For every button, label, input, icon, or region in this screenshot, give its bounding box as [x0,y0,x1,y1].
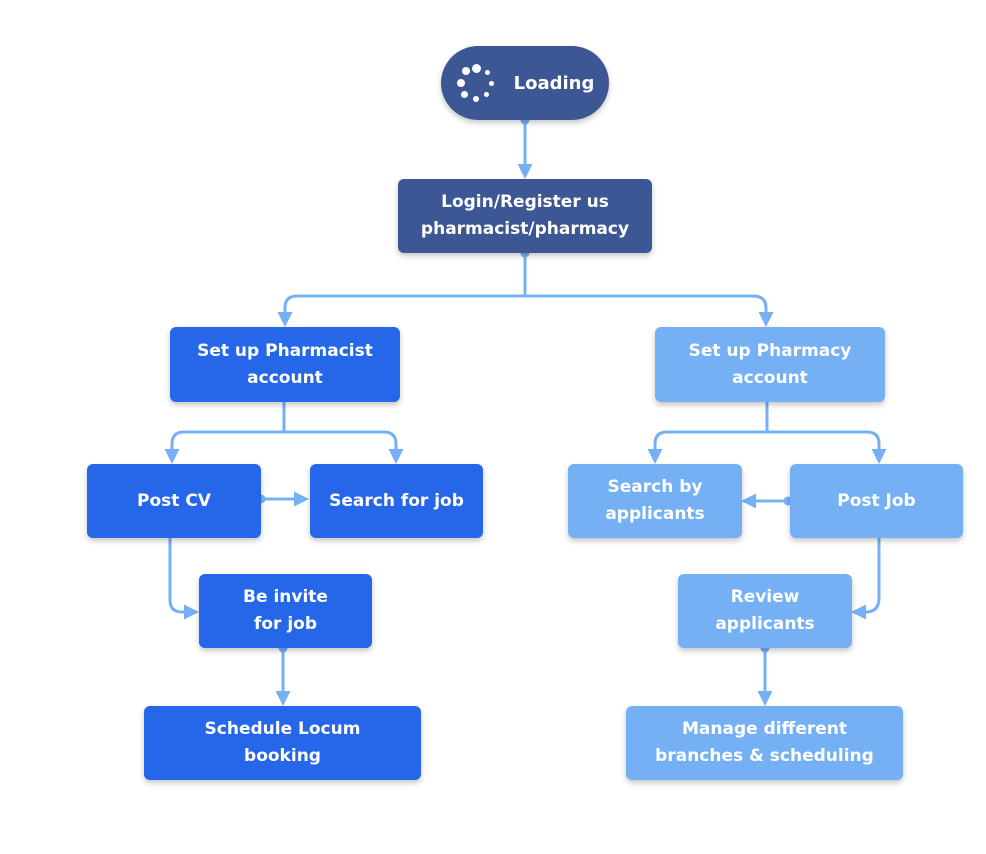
edge-pharmacist-postcv [164,430,284,464]
node-post-cv-label: Post CV [137,490,211,511]
node-schedule-locum-label: Schedule Locum booking [204,719,361,766]
edge-pharmacist-searchjob [284,430,404,464]
node-loading[interactable]: Loading [441,46,609,120]
node-search-job-label: Search for job [329,490,464,511]
spinner-icon [456,63,496,103]
node-post-job-label: Post Job [837,490,916,511]
node-manage-branches[interactable]: Manage different branches & scheduling [626,706,903,780]
edge-login-pharmacy [525,294,774,327]
flowchart: Loading Login/Register us pharmacist/pha… [0,0,986,854]
edge-pharmacy-searchapp [647,430,767,464]
node-search-job[interactable]: Search for job [310,464,483,538]
edge-postcv-beinvited [168,538,199,620]
node-review-applicants-label: Review applicants [715,587,815,634]
node-post-cv[interactable]: Post CV [87,464,261,538]
node-loading-label: Loading [513,72,595,94]
node-manage-branches-label: Manage different branches & scheduling [655,719,874,766]
node-search-applicants-label: Search by applicants [605,477,705,524]
node-schedule-locum[interactable]: Schedule Locum booking [144,706,421,780]
node-pharmacy-setup[interactable]: Set up Pharmacy account [655,327,885,402]
node-pharmacy-setup-label: Set up Pharmacy account [688,340,852,388]
node-pharmacist-setup[interactable]: Set up Pharmacist account [170,327,400,402]
edge-login-pharmacist [277,294,525,327]
node-review-applicants[interactable]: Review applicants [678,574,852,648]
node-login-register[interactable]: Login/Register us pharmacist/pharmacy [398,179,652,253]
node-be-invited-label: Be invite for job [243,587,328,634]
edge-postjob-review [851,538,881,620]
node-post-job[interactable]: Post Job [790,464,963,538]
node-be-invited[interactable]: Be invite for job [199,574,372,648]
edge-pharmacy-postjob [767,430,887,464]
node-search-applicants[interactable]: Search by applicants [568,464,742,538]
node-login-register-label: Login/Register us pharmacist/pharmacy [420,192,630,239]
node-pharmacist-setup-label: Set up Pharmacist account [197,340,373,388]
